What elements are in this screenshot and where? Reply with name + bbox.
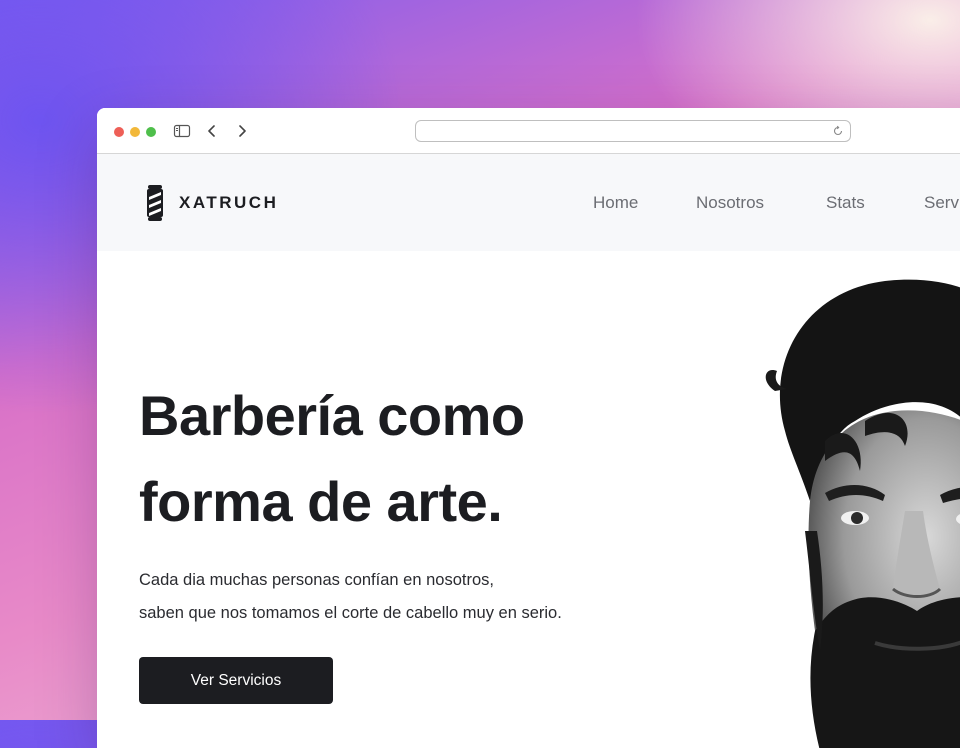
reload-icon[interactable] xyxy=(832,125,844,137)
browser-window: XATRUCH Home Nosotros Stats Serv Barberí… xyxy=(97,108,960,748)
bearded-man-portrait xyxy=(765,279,960,748)
nav-link-nosotros[interactable]: Nosotros xyxy=(696,193,764,213)
hero-description: Cada dia muchas personas confían en noso… xyxy=(139,564,562,630)
chevron-left-icon[interactable] xyxy=(203,122,221,140)
hero-description-line-2: saben que nos tomamos el corte de cabell… xyxy=(139,604,562,622)
close-window-button[interactable] xyxy=(114,127,124,137)
nav-link-stats[interactable]: Stats xyxy=(826,193,865,213)
nav-link-home[interactable]: Home xyxy=(593,193,638,213)
address-bar[interactable] xyxy=(415,120,851,142)
hero-headline: Barbería como forma de arte. xyxy=(139,373,525,545)
maximize-window-button[interactable] xyxy=(146,127,156,137)
minimize-window-button[interactable] xyxy=(130,127,140,137)
hero-section: Barbería como forma de arte. Cada dia mu… xyxy=(97,251,960,748)
sidebar-toggle-icon[interactable] xyxy=(173,122,191,140)
hero-headline-line-1: Barbería como xyxy=(139,384,525,447)
hero-headline-line-2: forma de arte. xyxy=(139,470,503,533)
ver-servicios-button[interactable]: Ver Servicios xyxy=(139,657,333,704)
browser-toolbar xyxy=(97,108,960,154)
nav-link-servicios[interactable]: Serv xyxy=(924,193,959,213)
hero-description-line-1: Cada dia muchas personas confían en noso… xyxy=(139,571,494,589)
chevron-right-icon[interactable] xyxy=(233,122,251,140)
barber-pole-icon[interactable] xyxy=(145,185,165,221)
site-header: XATRUCH Home Nosotros Stats Serv xyxy=(97,154,960,251)
brand-name[interactable]: XATRUCH xyxy=(179,193,278,213)
